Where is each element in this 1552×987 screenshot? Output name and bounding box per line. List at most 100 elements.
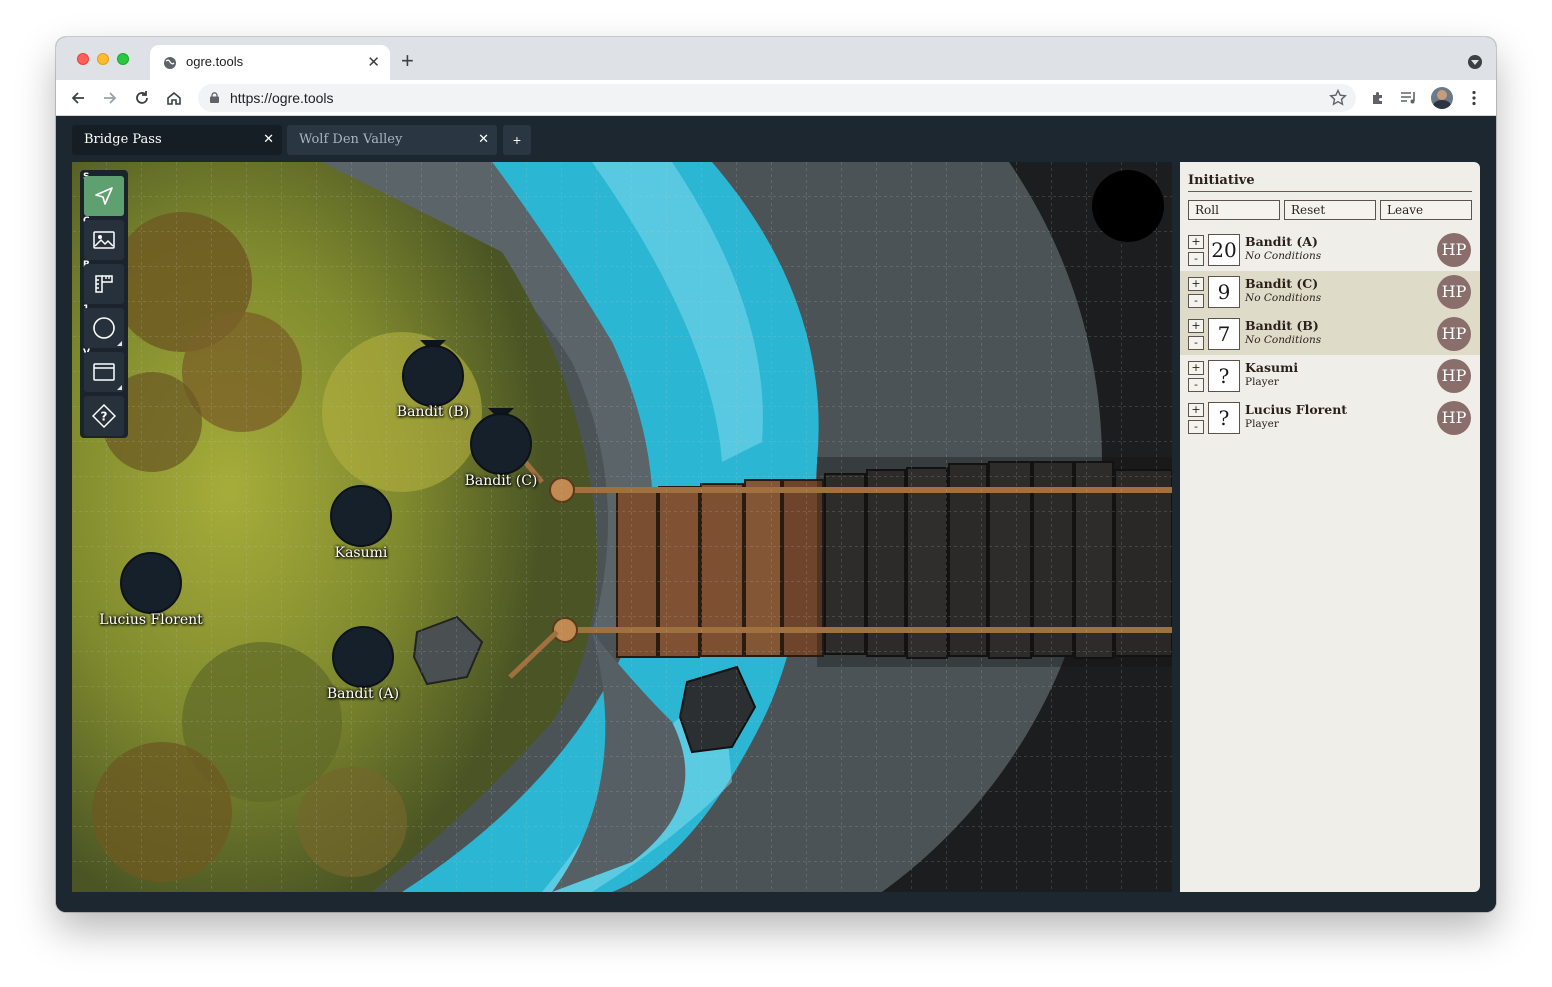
increment-button[interactable]: + (1188, 319, 1204, 333)
decrement-button[interactable]: - (1188, 378, 1204, 392)
address-bar[interactable]: https://ogre.tools (198, 84, 1356, 112)
roll-button[interactable]: Roll (1188, 200, 1280, 220)
decrement-button[interactable]: - (1188, 336, 1204, 350)
close-tab-icon[interactable]: ✕ (367, 53, 380, 71)
initiative-row: + - 9 Bandit (C) No Conditions HP (1180, 271, 1480, 313)
globe-icon (164, 57, 176, 69)
token-bandit-a[interactable] (332, 626, 394, 688)
token-kasumi[interactable] (330, 485, 392, 547)
close-map-tab-icon[interactable]: ✕ (478, 131, 489, 147)
combatant-name: Bandit (C) (1245, 276, 1319, 291)
svg-text:?: ? (101, 410, 108, 424)
profile-avatar[interactable] (1431, 87, 1453, 109)
image-tool-button[interactable] (84, 220, 124, 260)
reload-icon (136, 91, 148, 104)
forward-arrow-icon (104, 92, 117, 104)
increment-button[interactable]: + (1188, 235, 1204, 249)
shape-tool-button[interactable] (84, 308, 124, 348)
bookmark-star-icon[interactable] (1328, 88, 1348, 108)
map-tab-bridge-pass[interactable]: Bridge Pass ✕ (72, 125, 282, 155)
initiative-title: Initiative (1188, 173, 1255, 188)
help-tool-button[interactable]: ? (84, 396, 124, 436)
reload-button[interactable] (130, 86, 154, 110)
puzzle-icon (1373, 92, 1382, 104)
tab-search-icon[interactable] (1468, 55, 1482, 69)
combatant-conditions: No Conditions (1245, 334, 1322, 346)
home-button[interactable] (162, 86, 186, 110)
hp-button[interactable]: HP (1437, 275, 1471, 309)
combatant-role: Player (1245, 376, 1279, 388)
browser-menu-button[interactable] (1462, 86, 1486, 110)
playlist-music-icon (1401, 92, 1415, 104)
browser-tab-title: ogre.tools (186, 54, 244, 69)
forward-button[interactable] (98, 86, 122, 110)
combatant-role: Player (1245, 418, 1279, 430)
url-text: https://ogre.tools (230, 90, 334, 106)
token-lucius-florent[interactable] (120, 552, 182, 614)
browser-titlebar: ogre.tools ✕ + (56, 37, 1496, 80)
initiative-row: + - 20 Bandit (A) No Conditions HP (1180, 229, 1480, 271)
add-map-button[interactable]: + (503, 125, 531, 155)
select-arrow-icon (95, 187, 113, 205)
back-button[interactable] (66, 86, 90, 110)
reset-button[interactable]: Reset (1284, 200, 1376, 220)
browser-toolbar: https://ogre.tools (56, 80, 1496, 116)
initiative-row: + - ? Lucius Florent Player HP (1180, 397, 1480, 439)
decrement-button[interactable]: - (1188, 420, 1204, 434)
token-label: Bandit (B) (396, 404, 470, 420)
token-label: Lucius Florent (99, 612, 203, 628)
hp-button[interactable]: HP (1437, 401, 1471, 435)
initiative-value[interactable]: 20 (1208, 234, 1240, 266)
initiative-row: + - 7 Bandit (B) No Conditions HP (1180, 313, 1480, 355)
select-tool-button[interactable] (84, 176, 124, 216)
browser-tab[interactable]: ogre.tools ✕ (150, 45, 390, 80)
token-bandit-b[interactable] (402, 345, 464, 407)
minimize-window-button[interactable] (97, 53, 109, 65)
token-bandit-c[interactable] (470, 413, 532, 475)
extensions-button[interactable] (1366, 86, 1390, 110)
battle-map[interactable]: S C R 1 V (72, 162, 1172, 892)
map-scene (72, 162, 1172, 892)
map-tab-wolf-den-valley[interactable]: Wolf Den Valley ✕ (287, 125, 497, 155)
circle-shape-icon (93, 317, 115, 339)
initiative-value[interactable]: ? (1208, 360, 1240, 392)
increment-button[interactable]: + (1188, 403, 1204, 417)
ruler-tool-button[interactable] (84, 264, 124, 304)
combatant-name: Bandit (A) (1245, 234, 1318, 249)
window-icon (93, 363, 115, 381)
fog-orb (1092, 170, 1164, 242)
initiative-panel: Initiative Roll Reset Leave + - 20 Bandi… (1180, 162, 1480, 892)
zoom-window-button[interactable] (117, 53, 129, 65)
view-tool-button[interactable] (84, 352, 124, 392)
submenu-corner-icon (117, 341, 122, 346)
submenu-corner-icon (117, 385, 122, 390)
initiative-value[interactable]: 7 (1208, 318, 1240, 350)
close-window-button[interactable] (77, 53, 89, 65)
map-tab-label: Bridge Pass (84, 132, 162, 147)
divider (1188, 191, 1472, 192)
help-diamond-icon: ? (92, 404, 116, 428)
hp-button[interactable]: HP (1437, 359, 1471, 393)
ruler-icon (95, 275, 113, 293)
home-icon (167, 91, 181, 105)
token-label: Kasumi (334, 545, 388, 561)
map-tab-label: Wolf Den Valley (299, 132, 403, 147)
image-icon (93, 231, 115, 249)
app-area: Bridge Pass ✕ Wolf Den Valley ✕ + ? Band… (56, 117, 1496, 912)
combatant-name: Lucius Florent (1245, 402, 1348, 417)
increment-button[interactable]: + (1188, 361, 1204, 375)
combatant-name: Bandit (B) (1245, 318, 1319, 333)
decrement-button[interactable]: - (1188, 294, 1204, 308)
increment-button[interactable]: + (1188, 277, 1204, 291)
initiative-value[interactable]: ? (1208, 402, 1240, 434)
leave-button[interactable]: Leave (1380, 200, 1472, 220)
initiative-value[interactable]: 9 (1208, 276, 1240, 308)
close-map-tab-icon[interactable]: ✕ (263, 131, 274, 147)
hp-button[interactable]: HP (1437, 317, 1471, 351)
combatant-conditions: No Conditions (1245, 250, 1322, 262)
decrement-button[interactable]: - (1188, 252, 1204, 266)
media-control-button[interactable] (1397, 86, 1421, 110)
token-label: Bandit (C) (464, 473, 538, 489)
hp-button[interactable]: HP (1437, 233, 1471, 267)
new-tab-button[interactable]: + (401, 50, 414, 72)
